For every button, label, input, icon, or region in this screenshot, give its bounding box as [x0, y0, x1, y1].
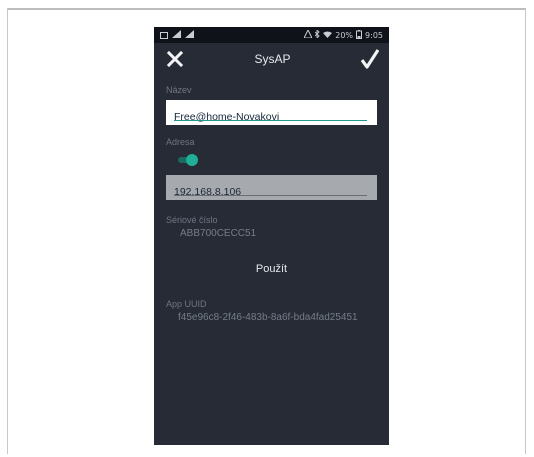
wifi-icon — [323, 31, 333, 40]
status-left-icons — [160, 30, 194, 40]
check-icon[interactable] — [359, 48, 381, 70]
bluetooth-icon — [314, 28, 320, 40]
apply-button[interactable]: Použít — [232, 263, 312, 275]
status-right: 20% 9:05 — [303, 28, 383, 41]
toggle-knob — [186, 154, 198, 166]
address-underline — [174, 195, 367, 196]
name-underline — [174, 119, 367, 121]
serial-label: Sériové číslo — [166, 215, 218, 225]
address-field — [166, 175, 377, 200]
gallery-icon — [160, 31, 168, 39]
address-toggle[interactable] — [178, 153, 198, 167]
uuid-label: App UUID — [166, 299, 207, 309]
serial-value: ABB700CECC51 — [180, 228, 257, 239]
battery-icon — [356, 29, 363, 41]
signal-icon — [185, 30, 194, 40]
name-field[interactable] — [166, 100, 377, 125]
battery-percent: 20% — [335, 30, 354, 40]
name-label: Název — [166, 85, 192, 95]
status-bar: 20% 9:05 — [154, 27, 389, 43]
name-input[interactable] — [174, 111, 369, 123]
app-bar: SysAP — [154, 43, 389, 75]
signal-icon — [172, 30, 181, 40]
close-icon[interactable] — [164, 48, 186, 70]
address-label: Adresa — [166, 137, 195, 147]
phone-screen: 20% 9:05 SysAP Název Adresa — [154, 27, 389, 445]
page-title: SysAP — [254, 52, 291, 66]
alarm-icon — [303, 28, 314, 40]
uuid-value: f45e96c8-2f46-483b-8a6f-bda4fad25451 — [178, 312, 358, 323]
address-input — [174, 186, 369, 198]
clock: 9:05 — [365, 30, 383, 40]
